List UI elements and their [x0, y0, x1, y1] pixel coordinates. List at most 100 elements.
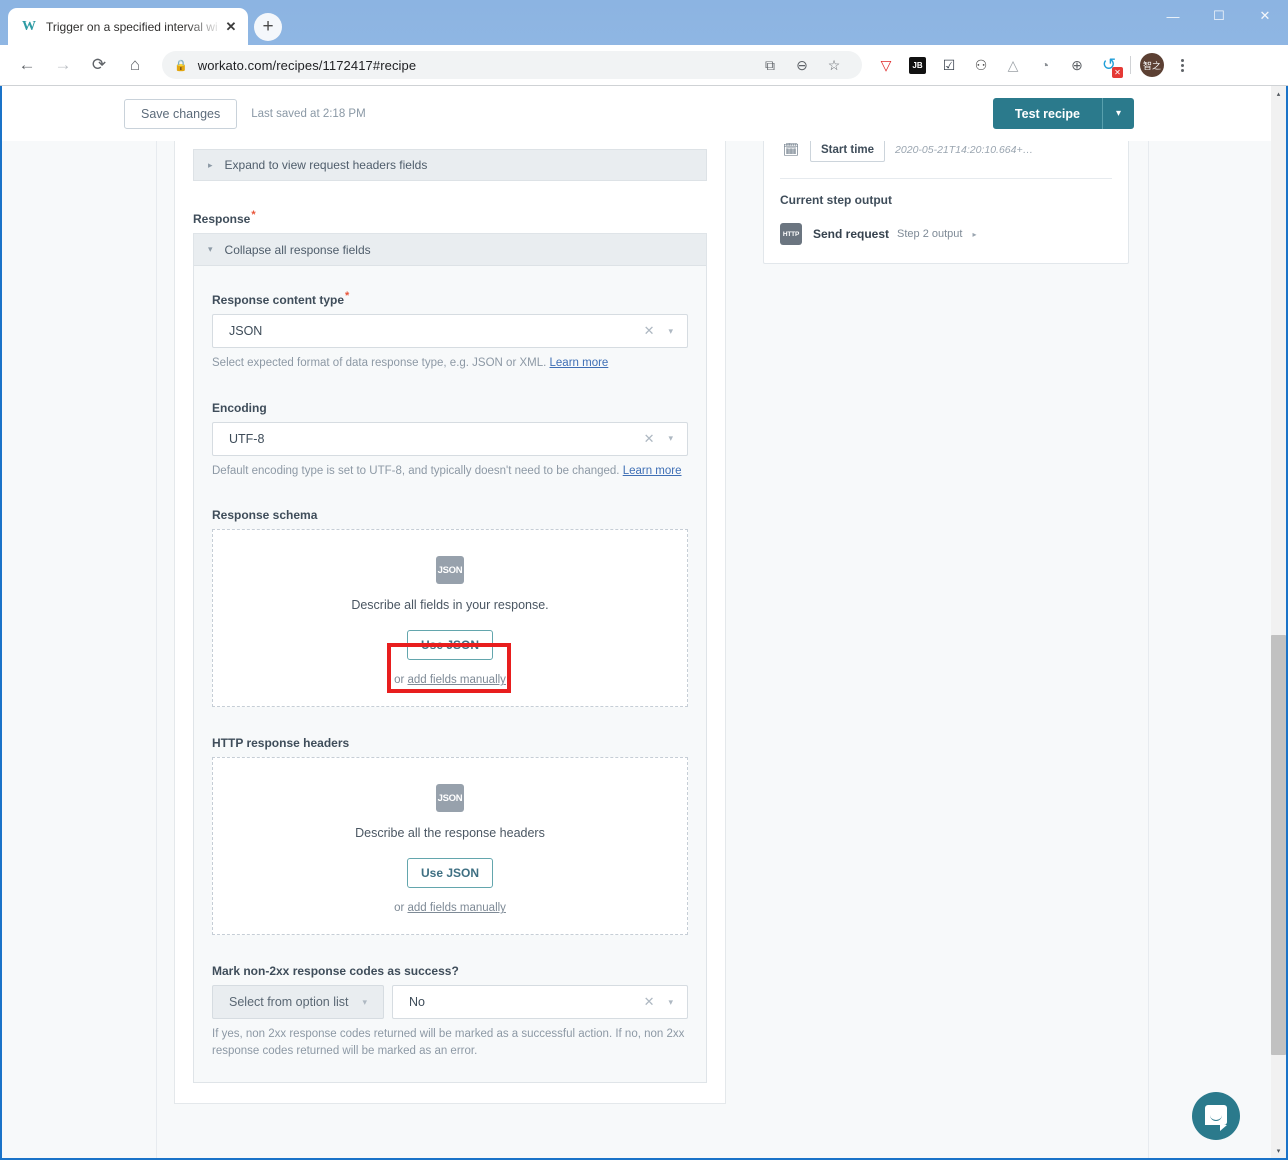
page-scrollbar[interactable]: ▴ ▾ [1271, 86, 1286, 1158]
encoding-select[interactable]: UTF-8 ✕ ▾ [212, 421, 688, 456]
encoding-row: UTF-8 ✕ ▾ [212, 421, 688, 456]
learn-more-link[interactable]: Learn more [623, 465, 682, 477]
add-fields-manually-link[interactable]: add fields manually [407, 674, 505, 686]
panel-divider [780, 178, 1112, 179]
close-window-icon[interactable]: ✕ [1242, 0, 1288, 32]
chevron-down-icon[interactable]: ▾ [1102, 98, 1134, 129]
sync-error-badge: ✕ [1112, 67, 1123, 78]
avatar[interactable]: 智之 [1136, 50, 1168, 80]
response-schema-use-json-button[interactable]: Use JSON [407, 630, 493, 661]
scroll-up-arrow-icon[interactable]: ▴ [1271, 86, 1286, 101]
calendar-icon: 🗓 [782, 142, 800, 157]
collapse-all-response-fields-row[interactable]: ▾ Collapse all response fields [194, 234, 706, 266]
close-icon[interactable]: ✕ [222, 18, 240, 36]
non-2xx-value-select[interactable]: No ✕ ▾ [392, 985, 688, 1020]
helper-text: Select expected format of data response … [212, 357, 547, 369]
window-controls: — ☐ ✕ [1150, 0, 1288, 32]
maximize-icon[interactable]: ☐ [1196, 0, 1242, 32]
lock-icon: 🔒 [174, 59, 188, 72]
response-schema-label: Response schema [212, 508, 318, 523]
home-icon[interactable]: ⌂ [120, 50, 150, 80]
scrollbar-thumb[interactable] [1271, 635, 1286, 1055]
required-marker: * [345, 290, 350, 302]
intercom-chat-launcher[interactable] [1192, 1092, 1240, 1140]
workato-favicon-icon: W [22, 18, 36, 34]
current-step-output-title: Current step output [780, 193, 892, 207]
tab-title: Trigger on a specified interval wi [46, 19, 218, 34]
google-drive-icon[interactable]: △ [997, 50, 1029, 80]
app-toolbar: Save changes Last saved at 2:18 PM Test … [2, 86, 1274, 141]
clear-icon[interactable]: ✕ [634, 323, 665, 339]
non-2xx-mode-value: Select from option list [229, 995, 349, 1010]
minimize-icon[interactable]: — [1150, 0, 1196, 32]
clear-icon[interactable]: ✕ [634, 431, 665, 447]
forward-icon[interactable]: → [48, 50, 78, 80]
browser-tab[interactable]: W Trigger on a specified interval wi ✕ [8, 8, 248, 45]
non-2xx-helper: If yes, non 2xx response codes returned … [212, 1028, 685, 1058]
chevron-down-icon[interactable]: ▾ [664, 326, 681, 337]
web-globe-icon[interactable]: ⊕ [1061, 50, 1093, 80]
moon-icon[interactable]: ◔ [1029, 50, 1061, 80]
step-config-card: ▸ Expand to view request headers fields … [174, 141, 726, 1104]
translate-icon[interactable]: ⧉ [754, 50, 786, 80]
http-response-headers-use-json-button[interactable]: Use JSON [407, 858, 493, 889]
response-content-type-select[interactable]: JSON ✕ ▾ [212, 314, 688, 348]
chevron-down-icon[interactable]: ▾ [358, 997, 375, 1008]
required-marker: * [251, 209, 256, 221]
save-changes-button[interactable]: Save changes [124, 98, 238, 129]
chevron-down-icon[interactable]: ▾ [664, 997, 681, 1008]
http-response-headers-label: HTTP response headers [212, 736, 350, 751]
request-headers-collapsed-row[interactable]: ▸ Expand to view request headers fields [193, 149, 707, 181]
scroll-down-arrow-icon[interactable]: ▾ [1271, 1143, 1286, 1158]
non-2xx-mode-select[interactable]: Select from option list ▾ [212, 985, 384, 1020]
http-connector-icon: HTTP [780, 223, 802, 245]
response-panel-body: Response content type* JSON ✕ ▾ Select e… [194, 266, 706, 1082]
output-step-row[interactable]: HTTP Send request Step 2 output ▸ [780, 223, 1112, 245]
last-saved-label: Last saved at 2:18 PM [251, 107, 366, 120]
add-fields-manually-link[interactable]: add fields manually [407, 902, 505, 914]
new-tab-button[interactable]: + [254, 13, 282, 41]
url-text: workato.com/recipes/1172417#recipe [197, 57, 417, 73]
browser-toolbar: ← → ⟳ ⌂ 🔒 workato.com/recipes/1172417#re… [0, 45, 1288, 86]
start-time-value: 2020-05-21T14:20:10.664+… [895, 144, 1034, 156]
reload-icon[interactable]: ⟳ [84, 50, 114, 80]
page-viewport: Save changes Last saved at 2:18 PM Test … [2, 86, 1274, 1158]
address-bar[interactable]: 🔒 workato.com/recipes/1172417#recipe ⧉ ⊖… [162, 51, 862, 79]
back-icon[interactable]: ← [12, 50, 42, 80]
response-section-title-row: Response* [175, 181, 725, 226]
jetbrains-icon[interactable]: JB [909, 56, 926, 74]
request-headers-collapsed-label: Expand to view request headers fields [224, 158, 428, 172]
json-file-icon: JSON [436, 556, 464, 585]
test-recipe-button[interactable]: Test recipe [992, 98, 1102, 129]
extension-icons: ▽ JB ☑ ⚇ △ ◔ ⊕ ↺ ✕ 智之 [870, 50, 1200, 80]
output-step-name: Send request [813, 227, 890, 241]
chat-bubble-icon [1205, 1104, 1227, 1131]
response-schema-dropzone: JSON Describe all fields in your respons… [212, 529, 688, 708]
test-recipe-group: Test recipe ▾ [992, 98, 1134, 129]
http-response-headers-manual-row: or add fields manually [213, 902, 687, 914]
chevron-right-icon[interactable]: ▸ [972, 230, 976, 239]
start-time-pill[interactable]: Start time [810, 138, 886, 162]
lastpass-icon[interactable]: ▽ [870, 50, 902, 80]
encoding-helper: Default encoding type is set to UTF-8, a… [212, 463, 688, 480]
tab-strip: W Trigger on a specified interval wi ✕ + [8, 8, 282, 45]
globe-small-icon[interactable]: ⚇ [965, 50, 997, 80]
sync-icon[interactable]: ↺ ✕ [1093, 50, 1125, 80]
three-dot-menu-icon[interactable] [1168, 50, 1196, 80]
learn-more-link[interactable]: Learn more [550, 357, 609, 369]
response-content-type-row: JSON ✕ ▾ [212, 314, 688, 348]
zoom-out-icon[interactable]: ⊖ [786, 50, 818, 80]
response-label-text: Response [193, 212, 251, 226]
response-content-type-value: JSON [229, 324, 263, 338]
toolbar-divider [1130, 56, 1131, 74]
encoding-value: UTF-8 [229, 431, 265, 446]
clear-icon[interactable]: ✕ [634, 994, 665, 1010]
response-section-title: Response* [193, 209, 707, 226]
bookmark-star-icon[interactable]: ☆ [818, 50, 850, 80]
helper-text: Default encoding type is set to UTF-8, a… [212, 464, 620, 477]
non-2xx-label: Mark non-2xx response codes as success? [212, 964, 459, 979]
response-content-type-helper: Select expected format of data response … [212, 355, 688, 372]
chevron-down-icon[interactable]: ▾ [664, 433, 681, 444]
checklist-icon[interactable]: ☑ [933, 50, 965, 80]
non-2xx-row: Select from option list ▾ No ✕ ▾ [212, 985, 688, 1020]
